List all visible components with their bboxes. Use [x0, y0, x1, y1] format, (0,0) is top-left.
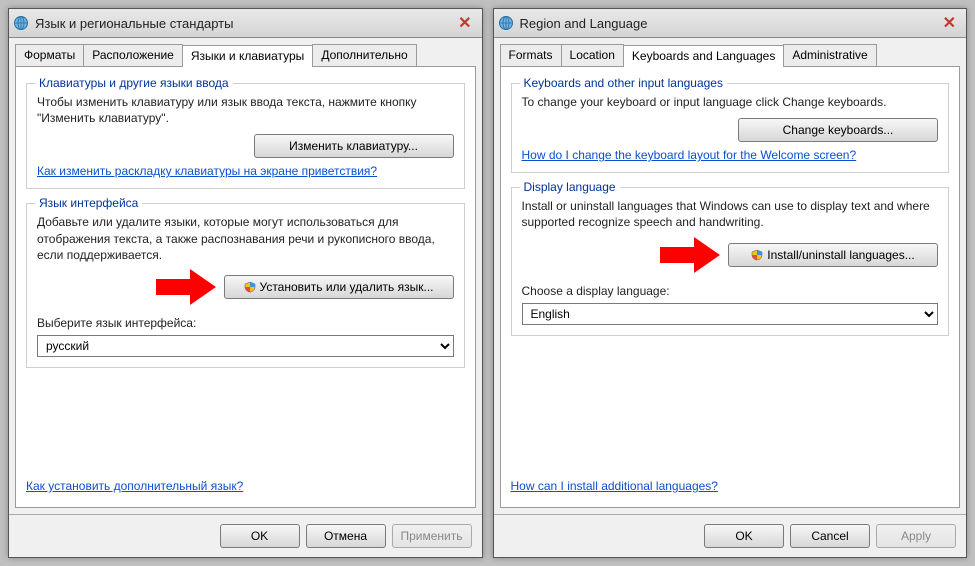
change-keyboards-label: Change keyboards... — [783, 123, 894, 137]
globe-icon — [498, 15, 514, 31]
uac-shield-icon — [751, 249, 763, 261]
cancel-button[interactable]: Cancel — [790, 524, 870, 548]
keyboards-group-legend: Keyboards and other input languages — [520, 76, 727, 90]
change-keyboards-button[interactable]: Изменить клавиатуру... — [254, 134, 454, 158]
display-language-group: Язык интерфейса Добавьте или удалите язы… — [26, 203, 465, 368]
additional-languages-link[interactable]: How can I install additional languages? — [511, 479, 718, 493]
region-language-window-ru: Язык и региональные стандарты ✕ Форматы … — [8, 8, 483, 558]
titlebar: Язык и региональные стандарты ✕ — [9, 9, 482, 38]
change-keyboards-button[interactable]: Change keyboards... — [738, 118, 938, 142]
tab-location[interactable]: Location — [561, 44, 624, 66]
ok-button[interactable]: OK — [704, 524, 784, 548]
welcome-screen-link[interactable]: Как изменить раскладку клавиатуры на экр… — [37, 164, 377, 178]
close-icon[interactable]: ✕ — [937, 13, 962, 33]
welcome-screen-link[interactable]: How do I change the keyboard layout for … — [522, 148, 857, 162]
cancel-button[interactable]: Отмена — [306, 524, 386, 548]
tab-formats[interactable]: Formats — [500, 44, 562, 66]
tab-keyboards-languages[interactable]: Языки и клавиатуры — [182, 45, 313, 67]
display-language-legend: Язык интерфейса — [35, 196, 142, 210]
tab-formats[interactable]: Форматы — [15, 44, 84, 66]
choose-language-label: Choose a display language: — [522, 283, 939, 299]
keyboards-group-legend: Клавиатуры и другие языки ввода — [35, 76, 233, 90]
install-uninstall-label: Install/uninstall languages... — [767, 248, 914, 262]
display-language-select[interactable]: English — [522, 303, 939, 325]
button-bar: OK Cancel Apply — [494, 514, 967, 557]
tab-row: Formats Location Keyboards and Languages… — [494, 38, 967, 66]
titlebar: Region and Language ✕ — [494, 9, 967, 38]
ok-button[interactable]: OK — [220, 524, 300, 548]
region-language-window-en: Region and Language ✕ Formats Location K… — [493, 8, 968, 558]
install-uninstall-languages-button[interactable]: Install/uninstall languages... — [728, 243, 938, 267]
install-uninstall-label: Установить или удалить язык... — [260, 280, 434, 294]
display-language-group: Display language Install or uninstall la… — [511, 187, 950, 336]
tab-keyboards-languages[interactable]: Keyboards and Languages — [623, 45, 784, 67]
window-title: Язык и региональные стандарты — [35, 16, 452, 31]
red-arrow-icon — [156, 269, 216, 305]
change-keyboards-label: Изменить клавиатуру... — [289, 139, 418, 153]
uac-shield-icon — [244, 281, 256, 293]
close-icon[interactable]: ✕ — [452, 13, 477, 33]
tab-administrative[interactable]: Administrative — [783, 44, 876, 66]
window-title: Region and Language — [520, 16, 937, 31]
red-arrow-icon — [660, 237, 720, 273]
install-uninstall-languages-button[interactable]: Установить или удалить язык... — [224, 275, 454, 299]
additional-languages-link[interactable]: Как установить дополнительный язык? — [26, 479, 243, 493]
keyboards-group-text: To change your keyboard or input languag… — [522, 94, 939, 110]
display-language-text: Добавьте или удалите языки, которые могу… — [37, 214, 454, 263]
button-bar: OK Отмена Применить — [9, 514, 482, 557]
globe-icon — [13, 15, 29, 31]
keyboards-group: Keyboards and other input languages To c… — [511, 83, 950, 173]
tab-location[interactable]: Расположение — [83, 44, 183, 66]
keyboards-group: Клавиатуры и другие языки ввода Чтобы из… — [26, 83, 465, 189]
display-language-select[interactable]: русский — [37, 335, 454, 357]
tab-administrative[interactable]: Дополнительно — [312, 44, 416, 66]
keyboards-group-text: Чтобы изменить клавиатуру или язык ввода… — [37, 94, 454, 126]
display-language-legend: Display language — [520, 180, 620, 194]
tab-row: Форматы Расположение Языки и клавиатуры … — [9, 38, 482, 66]
tab-panel: Клавиатуры и другие языки ввода Чтобы из… — [15, 66, 476, 508]
tab-panel: Keyboards and other input languages To c… — [500, 66, 961, 508]
apply-button: Применить — [392, 524, 472, 548]
apply-button: Apply — [876, 524, 956, 548]
choose-language-label: Выберите язык интерфейса: — [37, 315, 454, 331]
display-language-text: Install or uninstall languages that Wind… — [522, 198, 939, 230]
